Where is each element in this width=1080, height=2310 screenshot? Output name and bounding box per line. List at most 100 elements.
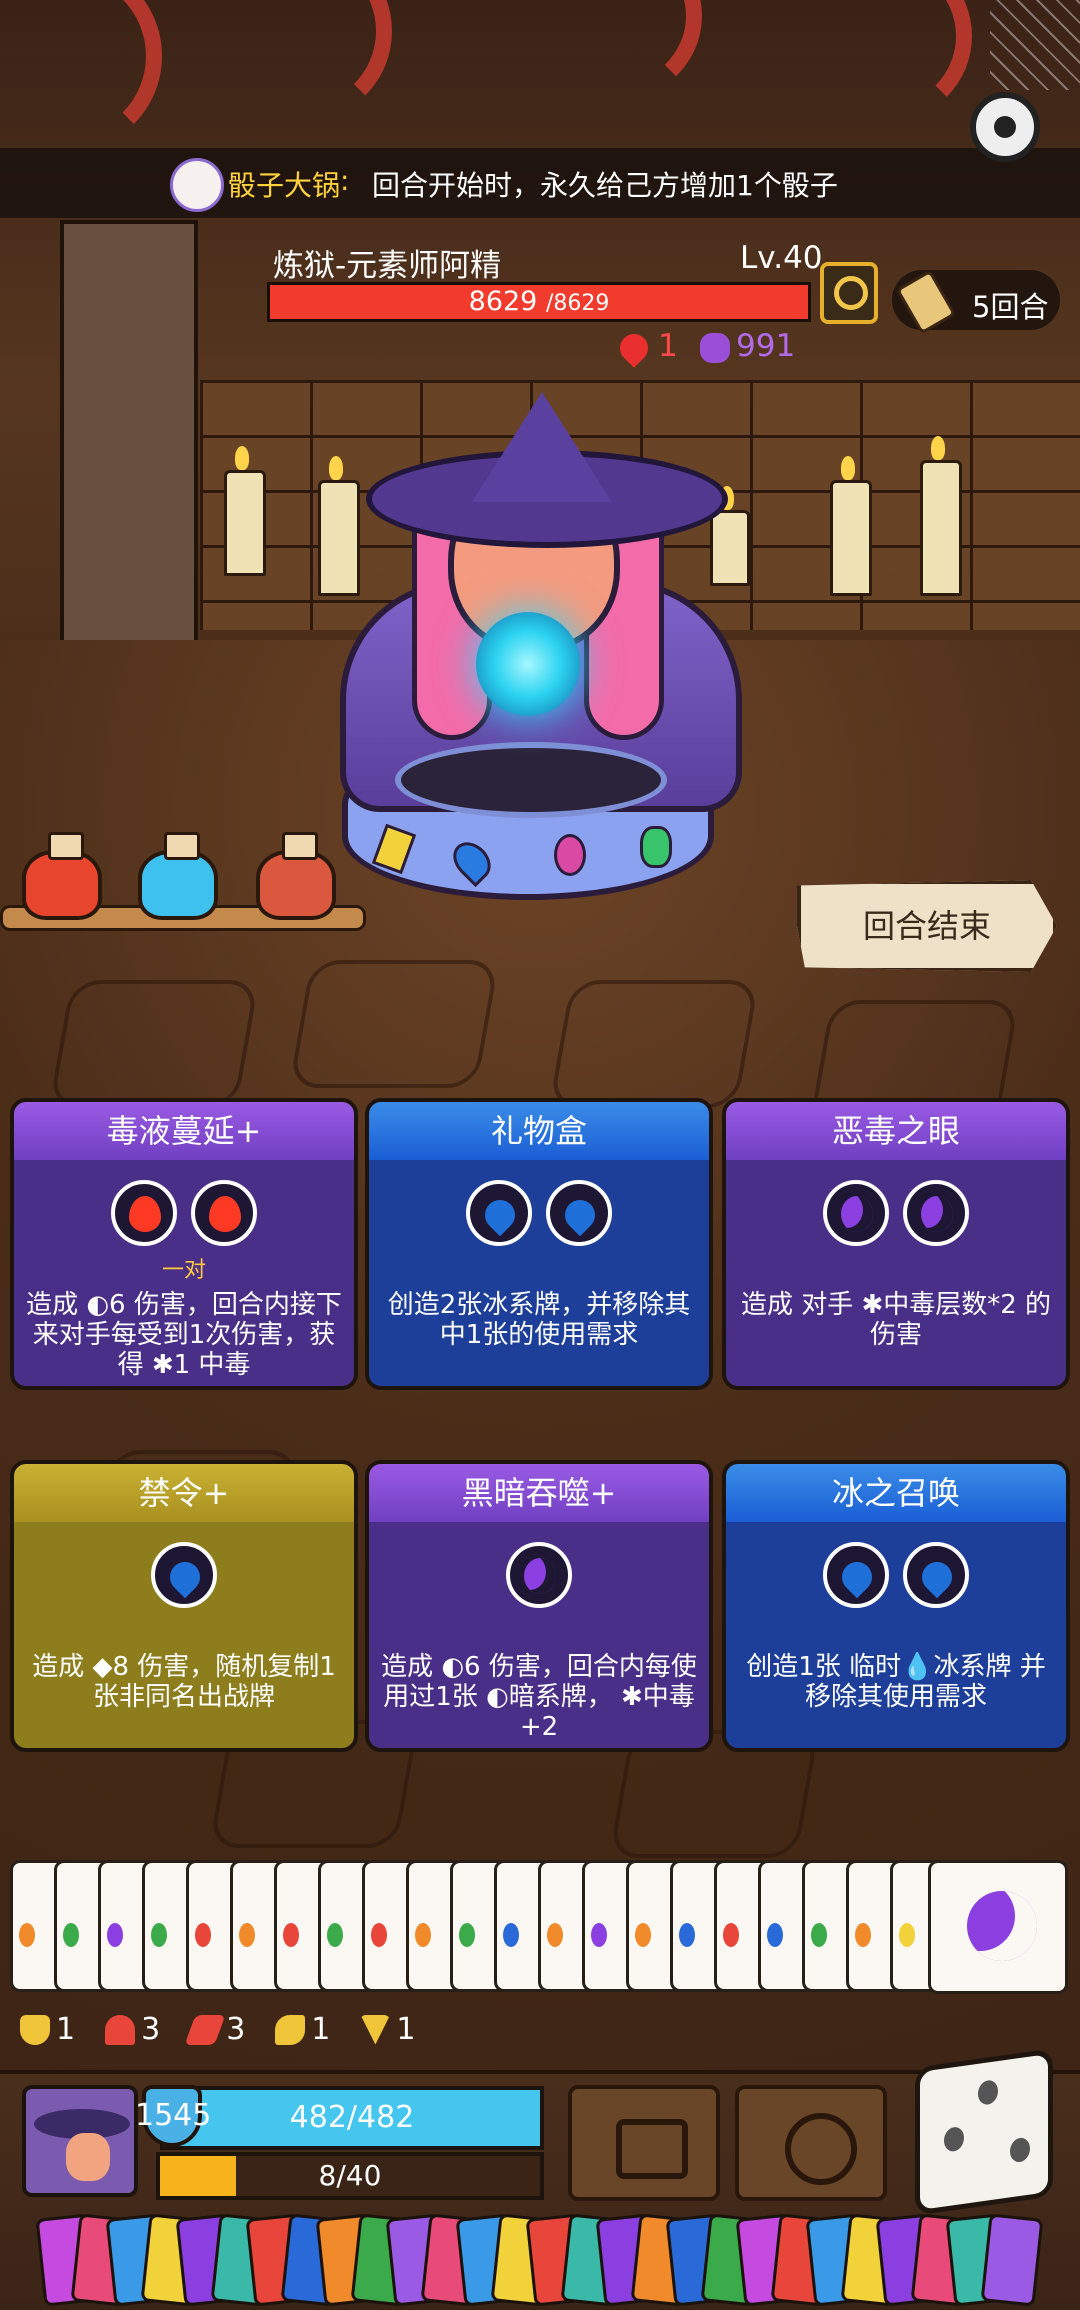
fire-slot-icon[interactable]: [111, 1180, 177, 1246]
card-dice-slots: [726, 1542, 1066, 1608]
water-slot-icon[interactable]: [546, 1180, 612, 1246]
enemy-name: 炼狱-元素师阿精: [273, 248, 502, 284]
card-mark: [327, 1923, 343, 1947]
round-label: 5回合: [972, 290, 1049, 324]
round-counter: 5回合: [892, 269, 1060, 335]
water-slot-icon[interactable]: [466, 1180, 532, 1246]
end-turn-button[interactable]: 回合结束: [797, 880, 1057, 972]
wing-buff-icon: [275, 2014, 306, 2045]
red-potion-2[interactable]: [256, 832, 336, 920]
lock-icon: [616, 2119, 688, 2179]
card-mark: [547, 1923, 563, 1947]
game-screen: 骰子大锅 : 回合开始时，永久给己方增加1个骰子 炼狱-元素师阿精 Lv.40 …: [0, 0, 1080, 2310]
skill-card[interactable]: 毒液蔓延+ 一对 造成 ◐6 伤害，回合内接下来对手每受到1次伤害，获得 ✱1 中毒: [10, 1098, 358, 1390]
card-body: 一对造成 ◐6 伤害，回合内接下来对手每受到1次伤害，获得 ✱1 中毒: [14, 1160, 354, 1386]
card-body: 造成 对手 ✱中毒层数*2 的伤害: [726, 1160, 1066, 1386]
skill-card[interactable]: 黑暗吞噬+ 造成 ◐6 伤害，回合内每使用过1张 ◐暗系牌， ✱中毒+2: [365, 1460, 713, 1752]
card-mark: [415, 1923, 431, 1947]
card-mark: [811, 1923, 827, 1947]
gem-decoration: [640, 826, 672, 868]
deck-card: [980, 2213, 1044, 2307]
inspect-magnifier-icon[interactable]: [820, 262, 878, 324]
dark-moon-card[interactable]: [928, 1860, 1068, 1994]
floor-tile: [48, 980, 260, 1108]
water-slot-icon[interactable]: [151, 1542, 217, 1608]
card-mark: [107, 1923, 123, 1947]
moon-slot-icon[interactable]: [506, 1542, 572, 1608]
buff-wing[interactable]: 1: [275, 2012, 330, 2047]
poison-icon: [700, 332, 730, 363]
enemy-level: Lv.40: [740, 240, 823, 276]
dice-pip: [978, 2079, 998, 2106]
relic-description: 回合开始时，永久给己方增加1个骰子: [372, 169, 838, 202]
relic-name: 骰子大锅: [228, 169, 341, 202]
card-description: 创造2张冰系牌，并移除其中1张的使用需求: [387, 1290, 691, 1350]
floor-tile: [288, 960, 500, 1088]
witch-cauldron: [395, 742, 667, 818]
candle-flame: [235, 446, 249, 470]
candle-flame: [841, 456, 855, 480]
player-armor: 1545: [135, 2098, 212, 2133]
card-mark: [635, 1923, 651, 1947]
card-dice-slots: [369, 1542, 709, 1608]
card-dice-slots: [726, 1180, 1066, 1246]
relic-banner: 骰子大锅 : 回合开始时，永久给己方增加1个骰子: [0, 148, 1080, 218]
bomb-icon: [785, 2113, 857, 2185]
buff-heart[interactable]: 3: [105, 2012, 160, 2047]
gem-decoration: [554, 834, 586, 876]
card-body: 造成 ◆8 伤害，随机复制1张非同名出战牌: [14, 1522, 354, 1748]
card-description: 造成 ◐6 伤害，回合内接下来对手每受到1次伤害，获得 ✱1 中毒: [26, 1290, 342, 1380]
moon-icon: [967, 1891, 1037, 1961]
player-avatar[interactable]: [22, 2085, 138, 2197]
fire-slot-icon[interactable]: [191, 1180, 257, 1246]
moon-slot-icon[interactable]: [823, 1180, 889, 1246]
hand-cards[interactable]: [10, 1860, 1070, 1996]
card-mark: [239, 1923, 255, 1947]
red-potion[interactable]: [22, 832, 102, 920]
card-mark: [591, 1923, 607, 1947]
skill-card[interactable]: 恶毒之眼 造成 对手 ✱中毒层数*2 的伤害: [722, 1098, 1070, 1390]
skill-card[interactable]: 冰之召唤 创造1张 临时💧冰系牌 并移除其使用需求: [722, 1460, 1070, 1752]
blood-drop-icon: [614, 327, 654, 368]
lock-button[interactable]: [568, 2085, 720, 2201]
scroll-icon: [895, 269, 957, 335]
skill-card[interactable]: 禁令+ 造成 ◆8 伤害，随机复制1张非同名出战牌: [10, 1460, 358, 1752]
heart-buff-icon: [105, 2014, 136, 2045]
triangle-buff-icon: [360, 2014, 391, 2045]
skill-card[interactable]: 礼物盒 创造2张冰系牌，并移除其中1张的使用需求: [365, 1098, 713, 1390]
poison-count: 991: [736, 328, 796, 364]
card-mark: [899, 1923, 915, 1947]
player-hp-bar: 482/482: [160, 2086, 544, 2150]
card-description: 造成 ◆8 伤害，随机复制1张非同名出战牌: [32, 1652, 336, 1712]
card-mark: [371, 1923, 387, 1947]
poison-status[interactable]: 991: [700, 328, 795, 364]
dice-button[interactable]: [915, 2048, 1053, 2216]
card-pair-label: 一对: [161, 1258, 206, 1283]
player-buffs: 1 3 3 1 1: [20, 2012, 415, 2047]
card-mark: [679, 1923, 695, 1947]
water-slot-icon[interactable]: [903, 1542, 969, 1608]
shield-buff-icon: [20, 2014, 50, 2045]
blue-potion[interactable]: [138, 832, 218, 920]
buff-shield[interactable]: 1: [20, 2012, 75, 2047]
water-slot-icon[interactable]: [823, 1542, 889, 1608]
buff-triangle[interactable]: 1: [360, 2012, 415, 2047]
moon-slot-icon[interactable]: [903, 1180, 969, 1246]
candle: [920, 460, 962, 596]
card-dice-slots: [369, 1180, 709, 1246]
bomb-button[interactable]: [735, 2085, 887, 2201]
card-description: 造成 对手 ✱中毒层数*2 的伤害: [740, 1290, 1052, 1350]
deck-cards[interactable]: [35, 2213, 1060, 2307]
enemy-hp-current: 8629: [468, 286, 538, 317]
candle-flame: [329, 456, 343, 480]
bleed-status[interactable]: 1: [614, 327, 678, 368]
stone-pillar: [60, 220, 198, 658]
settings-gear-icon[interactable]: [970, 92, 1040, 162]
witch-hat: [472, 392, 612, 502]
card-mark: [195, 1923, 211, 1947]
card-mark: [503, 1923, 519, 1947]
dice-cauldron-icon[interactable]: [170, 158, 224, 212]
magic-orb: [476, 612, 580, 716]
buff-claw[interactable]: 3: [184, 2012, 245, 2047]
claw-buff-icon: [184, 2014, 226, 2045]
